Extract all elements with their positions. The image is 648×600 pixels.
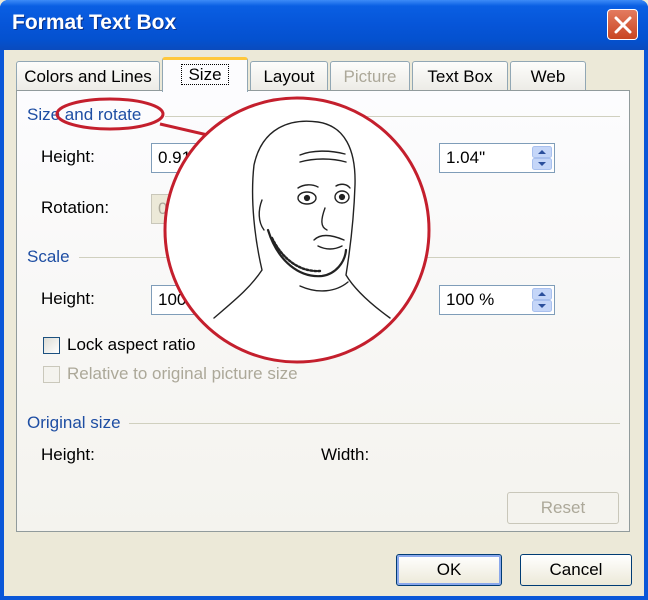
- spin-arrows-icon: [532, 146, 552, 170]
- size-height-input[interactable]: 0.91": [151, 143, 267, 173]
- separator: [129, 423, 620, 424]
- tab-size[interactable]: Size: [162, 57, 248, 92]
- lock-aspect-label[interactable]: Lock aspect ratio: [67, 335, 196, 355]
- reset-button: Reset: [507, 492, 619, 524]
- relative-size-label: Relative to original picture size: [67, 364, 298, 383]
- close-icon: [614, 16, 632, 34]
- spin-arrows-icon: [532, 288, 552, 312]
- size-tab-panel: Size and rotate Height: 0.91" 1.04" Rota…: [16, 90, 630, 532]
- close-button[interactable]: [607, 9, 638, 40]
- size-and-rotate-heading: Size and rotate: [27, 105, 142, 124]
- original-size-heading: Original size: [27, 413, 121, 432]
- tab-layout[interactable]: Layout: [250, 61, 328, 91]
- spinner[interactable]: [532, 288, 552, 312]
- rotation-label: Rotation:: [41, 198, 110, 217]
- relative-size-checkbox: [43, 366, 60, 383]
- window-title: Format Text Box: [12, 11, 177, 34]
- spinner[interactable]: [532, 146, 552, 170]
- title-bar[interactable]: Format Text Box: [0, 0, 648, 50]
- scale-height-label: Height:: [41, 289, 95, 308]
- dialog-client: Colors and Lines Size Layout Picture Tex…: [4, 50, 644, 596]
- ok-button[interactable]: OK: [396, 554, 502, 586]
- cancel-button[interactable]: Cancel: [520, 554, 632, 586]
- format-text-box-dialog: Format Text Box Colors and Lines Size La…: [0, 0, 648, 600]
- separator: [165, 116, 620, 117]
- size-height-label: Height:: [41, 147, 95, 166]
- scale-heading: Scale: [27, 247, 70, 266]
- scale-height-input[interactable]: 100 %: [151, 285, 267, 315]
- spinner[interactable]: [244, 146, 264, 170]
- size-width-input[interactable]: 1.04": [439, 143, 555, 173]
- tab-size-label: Size: [181, 64, 229, 85]
- scale-width-input[interactable]: 100 %: [439, 285, 555, 315]
- separator: [79, 257, 620, 258]
- tab-web[interactable]: Web: [510, 61, 586, 91]
- original-width-label: Width:: [321, 445, 370, 464]
- original-height-label: Height:: [41, 445, 95, 464]
- tab-text-box[interactable]: Text Box: [412, 61, 508, 91]
- rotation-input: 0°: [151, 194, 211, 224]
- tab-picture: Picture: [330, 61, 410, 91]
- tab-colors-and-lines[interactable]: Colors and Lines: [16, 61, 160, 91]
- lock-aspect-checkbox[interactable]: [43, 337, 60, 354]
